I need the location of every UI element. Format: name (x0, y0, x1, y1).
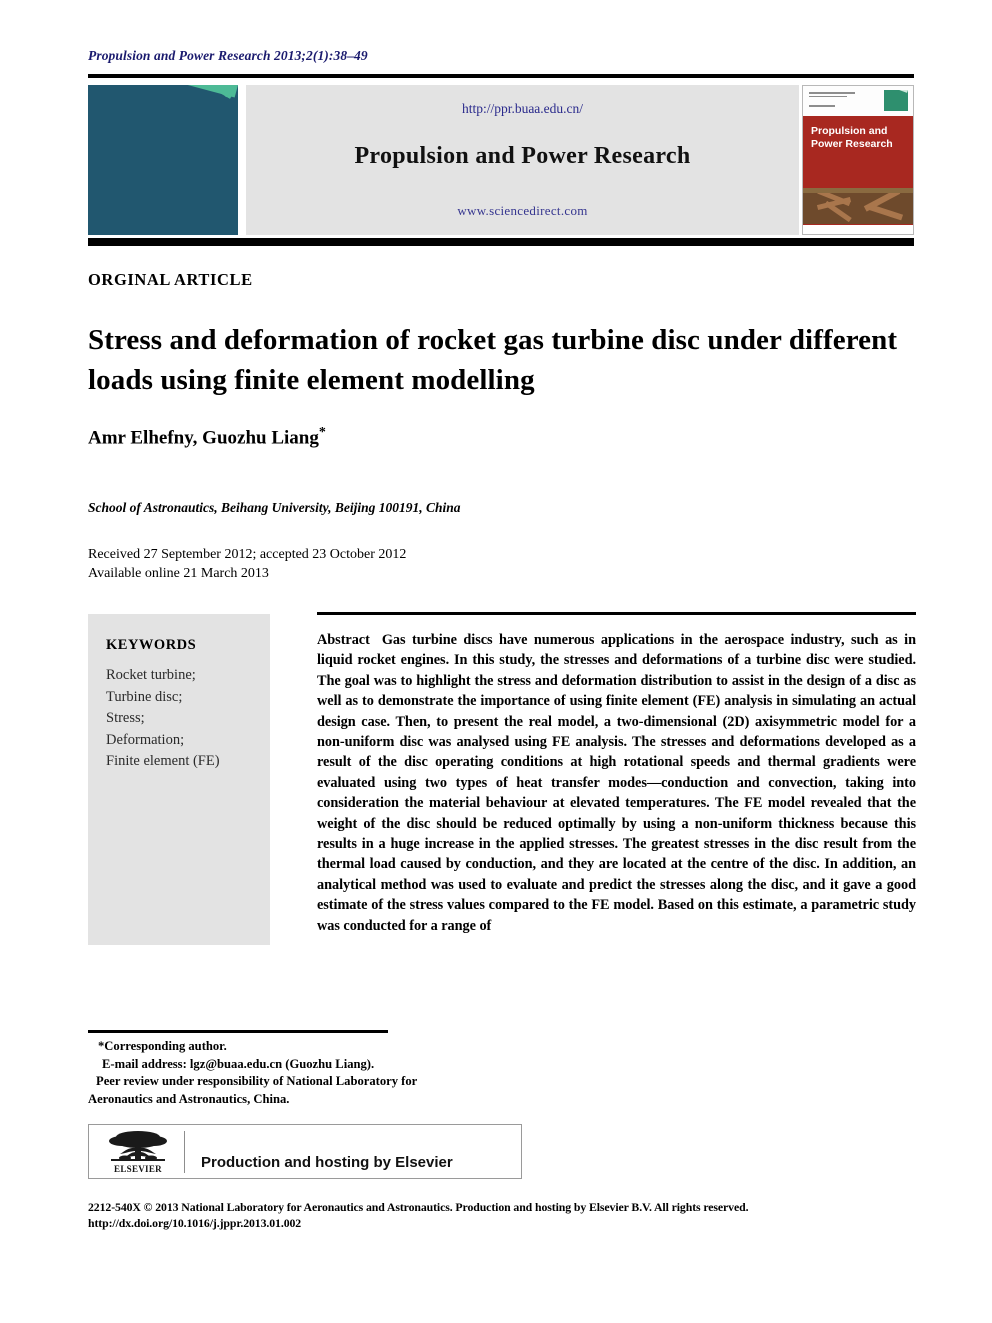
received-date: Received 27 September 2012; accepted 23 … (88, 547, 407, 562)
page: Propulsion and Power Research 2013;2(1):… (0, 0, 992, 1323)
copyright-block: 2212-540X © 2013 National Laboratory for… (88, 1199, 918, 1231)
keyword-item: Rocket turbine; (106, 667, 196, 683)
journal-banner-center: http://ppr.buaa.edu.cn/ Propulsion and P… (246, 85, 799, 235)
keyword-item: Stress; (106, 710, 145, 726)
elsevier-logo: ELSEVIER (101, 1130, 175, 1175)
elsevier-divider (184, 1131, 185, 1173)
elsevier-wordmark: ELSEVIER (114, 1164, 162, 1174)
peer-review-note-line1: Peer review under responsibility of Nati… (96, 1074, 418, 1088)
cover-photo-turbine (803, 193, 913, 224)
publication-dates: Received 27 September 2012; accepted 23 … (88, 545, 406, 583)
cover-masthead (803, 86, 913, 116)
cover-masthead-text-lines (809, 92, 861, 109)
page-title: Stress and deformation of rocket gas tur… (88, 324, 898, 396)
keyword-item: Turbine disc; (106, 688, 183, 705)
sciencedirect-link[interactable]: www.sciencedirect.com (457, 203, 587, 219)
elsevier-tree-icon (109, 1131, 167, 1161)
journal-banner: http://ppr.buaa.edu.cn/ Propulsion and P… (88, 85, 914, 235)
keywords-box: KEYWORDS Rocket turbine; Turbine disc; S… (88, 614, 270, 945)
available-online-date: Available online 21 March 2013 (88, 566, 269, 581)
peer-review-note-line2: Aeronautics and Astronautics, China. (88, 1091, 290, 1106)
affiliation: School of Astronautics, Beihang Universi… (88, 500, 461, 515)
copyright-line: 2212-540X © 2013 National Laboratory for… (88, 1200, 749, 1214)
keywords-list: Rocket turbine; Turbine disc; Stress; De… (106, 665, 220, 773)
journal-title: Propulsion and Power Research (354, 143, 691, 169)
elsevier-hosting-label: Production and hosting by Elsevier (201, 1154, 453, 1171)
abstract-label: Abstract (317, 632, 370, 648)
email-address-note[interactable]: E-mail address: lgz@buaa.edu.cn (Guozhu … (88, 1056, 518, 1074)
abstract-rule (317, 612, 916, 615)
keyword-item: Deformation; (106, 731, 185, 748)
cover-title-block: Propulsion and Power Research (803, 116, 913, 188)
author-names: Amr Elhefny, Guozhu Liang (88, 427, 319, 449)
corresponding-author-marker: * (318, 425, 326, 440)
footnote-rule (88, 1030, 388, 1033)
doi-link[interactable]: http://dx.doi.org/10.1016/j.jppr.2013.01… (88, 1215, 918, 1231)
keywords-heading: KEYWORDS (106, 637, 197, 653)
cover-publisher-logo-icon (884, 90, 908, 111)
cover-title: Propulsion and Power Research (811, 125, 893, 150)
corresponding-author-note: *Corresponding author. (98, 1039, 227, 1053)
journal-homepage-link[interactable]: http://ppr.buaa.edu.cn/ (462, 101, 583, 117)
author-list: Amr Elhefny, Guozhu Liang* (88, 425, 326, 449)
header-rule-bottom (88, 238, 914, 246)
article-type-label: ORGINAL ARTICLE (88, 270, 253, 289)
journal-fan-logo-icon (88, 85, 238, 235)
journal-cover-thumbnail: Propulsion and Power Research (802, 85, 914, 235)
abstract-text: Gas turbine discs have numerous applicat… (317, 632, 916, 934)
keyword-item: Finite element (FE) (106, 753, 220, 769)
footnotes-block: *Corresponding author. E-mail address: l… (88, 1038, 518, 1108)
running-head: Propulsion and Power Research 2013;2(1):… (88, 48, 368, 63)
header-rule-top (88, 74, 914, 78)
abstract-block: Abstract Gas turbine discs have numerous … (317, 630, 916, 936)
cover-footer (803, 224, 913, 234)
elsevier-hosting-box: ELSEVIER Production and hosting by Elsev… (88, 1124, 522, 1179)
